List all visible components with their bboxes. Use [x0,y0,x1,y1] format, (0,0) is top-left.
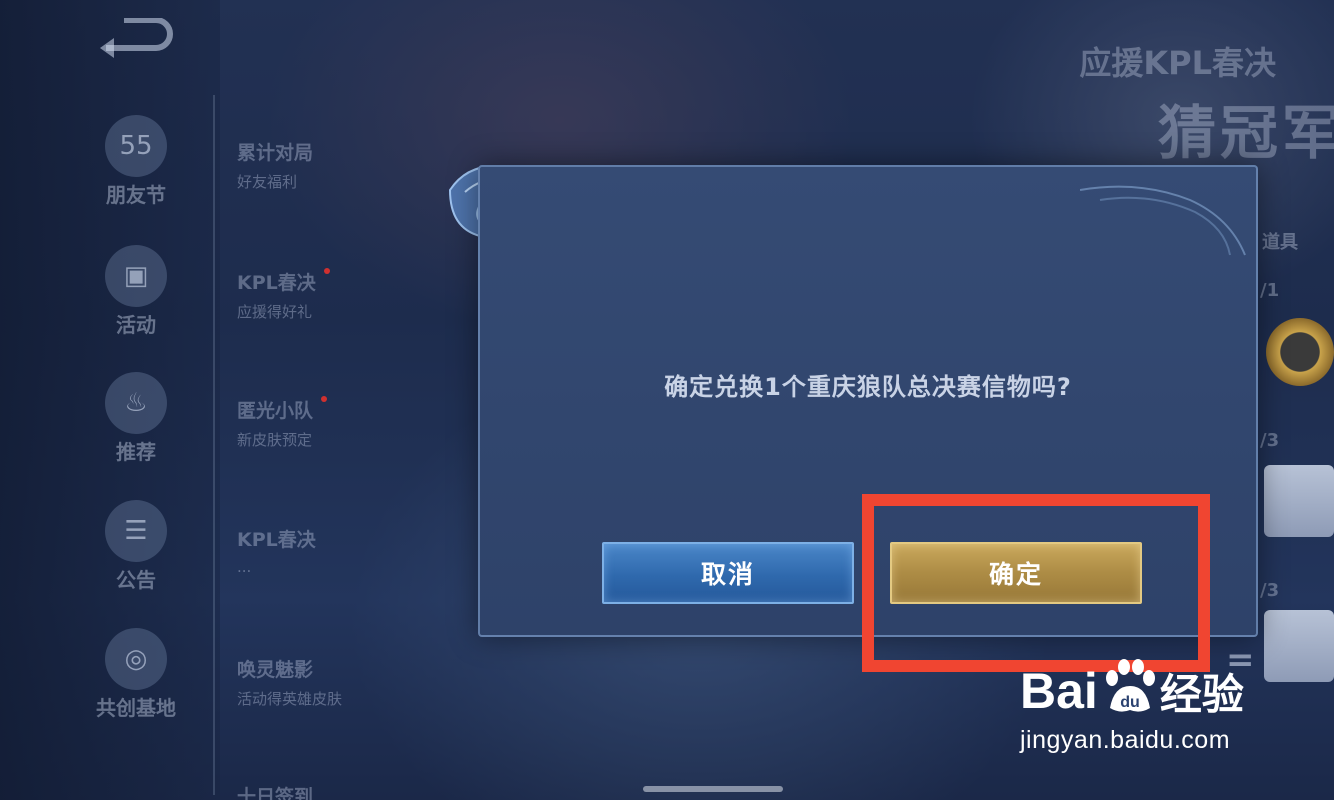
sidebar-item-friend-festival[interactable]: 55 朋友节 [84,115,188,208]
right-panel-header: 道具 [1262,232,1298,253]
paw-icon: du [1105,659,1155,712]
sidebar-divider [213,95,215,795]
subnav-item-1[interactable]: KPL春决 应援得好礼 [237,268,330,322]
sidebar-item-activity[interactable]: ▣ 活动 [84,245,188,338]
event-banner: 应援KPL春决 猜冠军 [1079,44,1334,167]
sidebar-item-recommend[interactable]: ♨ 推荐 [84,372,188,465]
home-indicator[interactable] [643,786,783,792]
svg-text:du: du [1120,694,1140,711]
sidebar-item-create-base[interactable]: ◎ 共创基地 [84,628,188,721]
subnav-item-3[interactable]: KPL春决 ... [237,525,316,576]
subnav-item-0[interactable]: 累计对局 好友福利 [237,138,313,192]
subnav-item-2[interactable]: 匿光小队 新皮肤预定 [237,396,328,450]
red-dot-badge [323,268,330,274]
notice-icon: ☰ [105,500,167,562]
right-panel-count: /1 [1260,280,1280,301]
dialog-message: 确定兑换1个重庆狼队总决赛信物吗? [664,373,1072,401]
flame-icon: ♨ [105,372,167,434]
baidu-jingyan-watermark: Bai du 经验 jingyan.baidu.com [1020,658,1320,755]
team-logo-icon [1266,318,1334,386]
right-panel-count: /3 [1260,430,1280,451]
cancel-button[interactable]: 取消 [602,542,854,604]
watermark-logo: Bai du 经验 [1020,658,1320,716]
subnav-item-4[interactable]: 唤灵魅影 活动得英雄皮肤 [237,655,342,709]
red-dot-badge [321,396,328,402]
back-arrow-icon[interactable] [96,18,174,58]
swirl-ornament-icon [1080,185,1246,256]
gift-icon: ▣ [105,245,167,307]
sidebar-item-notice[interactable]: ☰ 公告 [84,500,188,593]
highlight-annotation [862,494,1210,672]
55-badge-icon: 55 [105,115,167,177]
subnav-item-5[interactable]: 十日签到 [237,782,313,800]
right-panel-count: /3 [1260,580,1280,601]
player-avatar [1264,465,1334,537]
create-icon: ◎ [105,628,167,690]
